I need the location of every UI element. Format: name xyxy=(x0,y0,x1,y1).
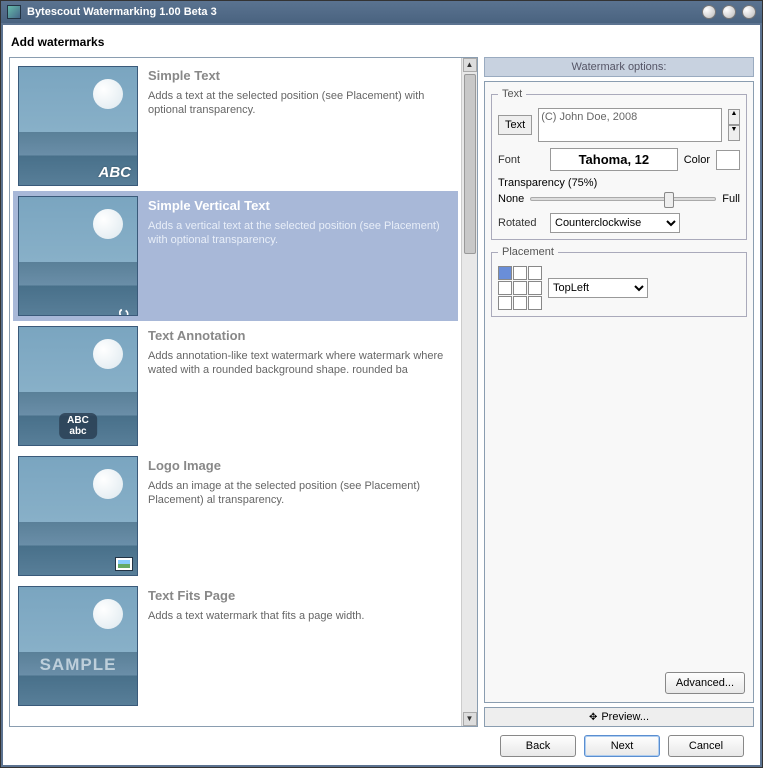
thumb-overlay-sample: SAMPLE xyxy=(21,655,135,675)
scrollbar-vertical[interactable]: ▲ ▼ xyxy=(461,58,477,726)
move-icon: ✥ xyxy=(589,712,597,723)
watermark-title: Text Fits Page xyxy=(148,588,453,603)
back-button[interactable]: Back xyxy=(500,735,576,757)
placement-legend: Placement xyxy=(498,246,558,258)
watermark-info: Simple Text Adds a text at the selected p… xyxy=(148,66,453,186)
moon-icon xyxy=(93,79,123,109)
placement-cell-tl[interactable] xyxy=(498,266,512,280)
text-spinner: ▲ ▼ xyxy=(728,109,740,141)
app-icon xyxy=(7,5,21,19)
moon-icon xyxy=(93,339,123,369)
watermark-item[interactable]: ABC Simple Text Adds a text at the selecte… xyxy=(13,61,458,191)
advanced-button[interactable]: Advanced... xyxy=(665,672,745,694)
moon-icon xyxy=(93,599,123,629)
thumb-overlay-text: ABC xyxy=(99,164,132,181)
page-title: Add watermarks xyxy=(9,31,754,57)
main-panels: ABC Simple Text Adds a text at the selecte… xyxy=(9,57,754,727)
content-area: Add watermarks ABC Simple Text Adds a text… xyxy=(3,25,760,765)
watermark-text-input[interactable] xyxy=(538,108,722,142)
watermark-description: Adds an image at the selected position (… xyxy=(148,479,453,508)
placement-select[interactable]: TopLeft xyxy=(548,278,648,298)
placement-cell-tc[interactable] xyxy=(513,266,527,280)
text-mode-button[interactable]: Text xyxy=(498,115,532,135)
rotated-label: Rotated xyxy=(498,217,544,229)
options-panel: Watermark options: Text Text ▲ ▼ xyxy=(484,57,754,727)
watermark-thumbnail xyxy=(18,456,138,576)
text-legend: Text xyxy=(498,88,526,100)
transparency-none-label: None xyxy=(498,193,524,205)
maximize-button[interactable] xyxy=(722,5,736,19)
wizard-footer: Back Next Cancel xyxy=(9,727,754,765)
thumb-overlay-annotation: ABCabc xyxy=(59,413,97,439)
watermark-info: Logo Image Adds an image at the selected … xyxy=(148,456,453,576)
next-button[interactable]: Next xyxy=(584,735,660,757)
transparency-slider[interactable] xyxy=(530,197,716,201)
window-title: Bytescout Watermarking 1.00 Beta 3 xyxy=(27,6,696,18)
watermark-title: Text Annotation xyxy=(148,328,453,343)
moon-icon xyxy=(93,209,123,239)
placement-cell-ml[interactable] xyxy=(498,281,512,295)
watermark-thumbnail: ABCabc xyxy=(18,326,138,446)
placement-cell-bc[interactable] xyxy=(513,296,527,310)
font-label: Font xyxy=(498,154,544,166)
options-body: Text Text ▲ ▼ Font Tahoma, 12 xyxy=(484,81,754,703)
watermark-item[interactable]: ABC Simple Vertical Text Adds a vertical t… xyxy=(13,191,458,321)
transparency-label: Transparency (75%) xyxy=(498,177,740,189)
placement-fieldset: Placement xyxy=(491,246,747,317)
watermark-description: Adds a vertical text at the selected pos… xyxy=(148,219,453,248)
text-spin-down[interactable]: ▼ xyxy=(728,125,740,141)
minimize-button[interactable] xyxy=(702,5,716,19)
thumb-overlay-vertical: ABC xyxy=(115,309,131,316)
watermark-info: Text Fits Page Adds a text watermark that… xyxy=(148,586,453,706)
watermark-thumbnail: ABC xyxy=(18,66,138,186)
options-header: Watermark options: xyxy=(484,57,754,77)
placement-cell-mr[interactable] xyxy=(528,281,542,295)
text-spin-up[interactable]: ▲ xyxy=(728,109,740,125)
text-fieldset: Text Text ▲ ▼ Font Tahoma, 12 xyxy=(491,88,747,240)
watermark-description: Adds a text watermark that fits a page w… xyxy=(148,609,453,623)
rotated-select[interactable]: Counterclockwise xyxy=(550,213,680,233)
placement-grid[interactable] xyxy=(498,266,542,310)
watermark-item[interactable]: Logo Image Adds an image at the selected … xyxy=(13,451,458,581)
watermark-thumbnail: SAMPLE xyxy=(18,586,138,706)
app-window: Bytescout Watermarking 1.00 Beta 3 Add w… xyxy=(0,0,763,768)
watermark-list-panel: ABC Simple Text Adds a text at the selecte… xyxy=(9,57,478,727)
transparency-full-label: Full xyxy=(722,193,740,205)
scroll-down-arrow[interactable]: ▼ xyxy=(463,712,477,726)
watermark-info: Simple Vertical Text Adds a vertical text… xyxy=(148,196,453,316)
watermark-title: Simple Text xyxy=(148,68,453,83)
preview-label: Preview... xyxy=(601,711,649,723)
watermark-item[interactable]: SAMPLE Text Fits Page Adds a text watermar… xyxy=(13,581,458,711)
watermark-item[interactable]: ABCabc Text Annotation Adds annotation-lik… xyxy=(13,321,458,451)
placement-cell-mc[interactable] xyxy=(513,281,527,295)
watermark-title: Simple Vertical Text xyxy=(148,198,453,213)
moon-icon xyxy=(93,469,123,499)
color-picker[interactable] xyxy=(716,150,740,170)
watermark-description: Adds a text at the selected position (se… xyxy=(148,89,453,118)
watermark-info: Text Annotation Adds annotation-like text… xyxy=(148,326,453,446)
titlebar: Bytescout Watermarking 1.00 Beta 3 xyxy=(1,1,762,23)
close-button[interactable] xyxy=(742,5,756,19)
watermark-description: Adds annotation-like text watermark wher… xyxy=(148,349,453,378)
watermark-title: Logo Image xyxy=(148,458,453,473)
cancel-button[interactable]: Cancel xyxy=(668,735,744,757)
scroll-up-arrow[interactable]: ▲ xyxy=(463,58,477,72)
watermark-thumbnail: ABC xyxy=(18,196,138,316)
font-selector[interactable]: Tahoma, 12 xyxy=(550,148,678,171)
scroll-thumb[interactable] xyxy=(464,74,476,254)
placement-cell-tr[interactable] xyxy=(528,266,542,280)
placement-cell-br[interactable] xyxy=(528,296,542,310)
watermark-list: ABC Simple Text Adds a text at the selecte… xyxy=(10,58,461,726)
color-label: Color xyxy=(684,154,710,166)
preview-button[interactable]: ✥ Preview... xyxy=(484,707,754,727)
slider-thumb[interactable] xyxy=(664,192,674,208)
thumb-overlay-logo-icon xyxy=(115,557,133,571)
placement-cell-bl[interactable] xyxy=(498,296,512,310)
